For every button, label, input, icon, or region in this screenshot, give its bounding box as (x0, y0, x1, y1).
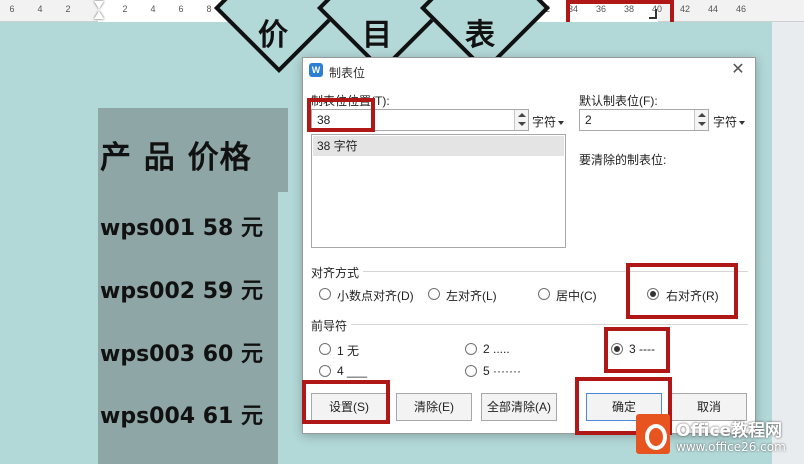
ruler-tick: 42 (679, 4, 691, 14)
radio-decimal-align[interactable] (319, 288, 331, 300)
leader-section-label: 前导符 (311, 319, 348, 333)
title-char: 表 (465, 18, 495, 53)
highlight-tab-position (307, 98, 375, 132)
ruler-tick: 6 (178, 4, 184, 14)
radio-label: 2 ..... (483, 342, 510, 356)
clear-button[interactable]: 清除(E) (396, 393, 472, 421)
watermark-text: Office教程网 (676, 421, 783, 441)
chevron-down-icon (739, 120, 746, 125)
title-char: 目 (362, 18, 392, 53)
highlight-right-align (626, 263, 738, 319)
table-row: wps001 58 元 (100, 216, 264, 241)
wps-app-icon: W (309, 63, 323, 77)
ruler-tick: 44 (707, 4, 719, 14)
default-tab-spinner[interactable] (694, 110, 708, 130)
default-tab-unit-dropdown[interactable]: 字符 (713, 113, 746, 130)
radio-label: 左对齐(L) (446, 289, 497, 303)
table-row: wps002 59 元 (100, 279, 264, 304)
ruler-tick: 4 (37, 4, 43, 14)
ruler-tick: 4 (150, 4, 156, 14)
ruler-tick: 2 (65, 4, 71, 14)
dialog-title: 制表位 (329, 66, 366, 80)
ruler-tick: 46 (735, 4, 747, 14)
ruler-tick: 6 (9, 4, 15, 14)
alignment-section-label: 对齐方式 (311, 266, 360, 280)
office-logo-icon (636, 414, 670, 454)
hanging-indent-marker[interactable] (94, 11, 104, 19)
tab-position-spinner[interactable] (514, 110, 528, 130)
unit-label: 字符 (532, 115, 557, 129)
radio-label: 1 无 (337, 344, 360, 358)
radio-label: 小数点对齐(D) (337, 289, 414, 303)
default-tab-input[interactable]: 2 (579, 109, 709, 131)
clear-all-button[interactable]: 全部清除(A) (481, 393, 557, 421)
radio-label: 居中(C) (556, 289, 597, 303)
radio-label: 5 ······· (483, 364, 521, 378)
chevron-down-icon (558, 120, 565, 125)
first-line-indent-marker[interactable] (94, 1, 104, 9)
vertical-scrollbar[interactable] (772, 22, 804, 464)
radio-left-align[interactable] (428, 288, 440, 300)
table-row: wps004 61 元 (100, 404, 264, 429)
ruler-tick: 2 (122, 4, 128, 14)
radio-leader-dots[interactable] (465, 343, 477, 355)
table-row: wps003 60 元 (100, 342, 264, 367)
ruler-tick: 8 (206, 4, 212, 14)
radio-leader-none[interactable] (319, 343, 331, 355)
tab-stops-list[interactable]: 38 字符 (311, 134, 566, 248)
default-tab-label: 默认制表位(F): (579, 94, 658, 108)
radio-center-align[interactable] (538, 288, 550, 300)
radio-leader-underline[interactable] (319, 365, 331, 377)
office-tutorial-watermark: Office教程网 www.office26.com (632, 408, 802, 464)
watermark-url: www.office26.com (676, 440, 786, 454)
default-tab-value: 2 (585, 113, 592, 127)
unit-label: 字符 (713, 115, 738, 129)
table-header: 产 品 价格 (100, 140, 252, 176)
radio-label: 4 ___ (337, 364, 368, 378)
title-char: 价 (258, 18, 288, 53)
close-icon[interactable]: ✕ (729, 61, 747, 79)
tab-position-unit-dropdown[interactable]: 字符 (532, 113, 565, 130)
highlight-leader-3 (604, 327, 670, 373)
tabs-to-clear-label: 要清除的制表位: (579, 153, 667, 167)
divider (351, 324, 748, 325)
list-item[interactable]: 38 字符 (313, 136, 564, 156)
dialog-title-bar[interactable]: W 制表位 ✕ (303, 58, 755, 84)
radio-leader-middle-dots[interactable] (465, 365, 477, 377)
highlight-set-button (302, 380, 390, 424)
